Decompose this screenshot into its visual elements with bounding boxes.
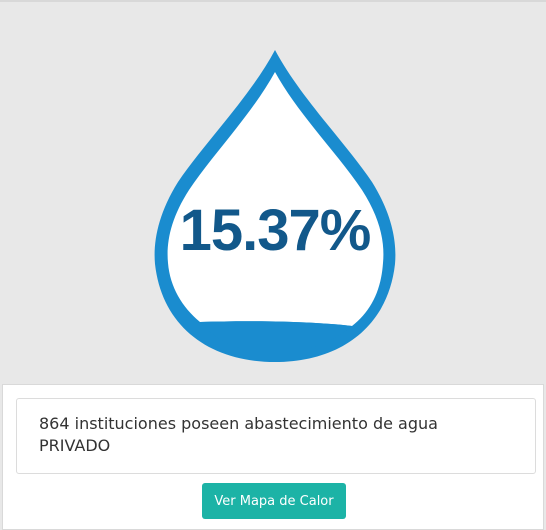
percentage-value: 15.37% (179, 198, 372, 263)
heat-map-button[interactable]: Ver Mapa de Calor (202, 483, 346, 519)
description-line-2: PRIVADO (39, 436, 111, 455)
description-box: 864 instituciones poseen abastecimiento … (16, 398, 536, 474)
water-drop-panel: 15.37% (0, 2, 546, 382)
description-line-1: 864 instituciones poseen abastecimiento … (39, 414, 438, 433)
indicator-card: 864 instituciones poseen abastecimiento … (2, 384, 544, 530)
water-drop-icon (154, 50, 396, 362)
